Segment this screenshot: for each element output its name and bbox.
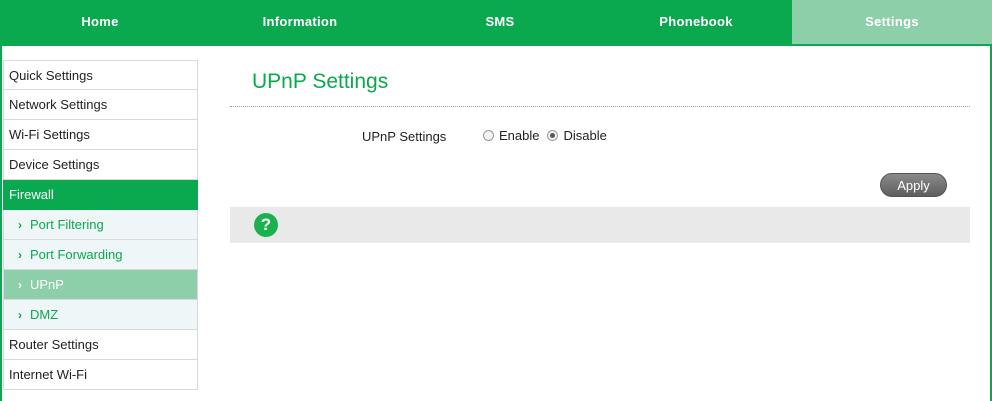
disable-radio-label[interactable]: Disable	[563, 128, 606, 143]
tab-sms[interactable]: SMS	[400, 0, 600, 44]
sidebar-subitem-upnp[interactable]: › UPnP	[3, 270, 198, 300]
sidebar-subitem-label: Port Forwarding	[30, 247, 123, 262]
sidebar-subitem-label: DMZ	[30, 307, 59, 322]
sidebar-item-device-settings[interactable]: Device Settings	[3, 150, 198, 180]
sidebar-subitem-dmz[interactable]: › DMZ	[3, 300, 198, 330]
top-navigation: Home Information SMS Phonebook Settings	[0, 0, 992, 46]
sidebar-item-network-settings[interactable]: Network Settings	[3, 90, 198, 120]
page-title: UPnP Settings	[252, 70, 389, 93]
tab-information[interactable]: Information	[200, 0, 400, 44]
help-icon[interactable]: ?	[254, 213, 278, 237]
sidebar-subitem-port-filtering[interactable]: › Port Filtering	[3, 210, 198, 240]
upnp-radio-group: Enable Disable	[483, 128, 615, 143]
sidebar-subitem-label: Port Filtering	[30, 217, 104, 232]
tab-home[interactable]: Home	[0, 0, 200, 44]
enable-radio-label[interactable]: Enable	[499, 128, 539, 143]
chevron-right-icon: ›	[18, 218, 22, 232]
chevron-right-icon: ›	[18, 248, 22, 262]
sidebar-item-quick-settings[interactable]: Quick Settings	[3, 60, 198, 90]
disable-radio[interactable]	[547, 130, 559, 141]
sidebar-subitem-label: UPnP	[30, 277, 64, 292]
chevron-right-icon: ›	[18, 278, 22, 292]
sidebar-subitem-port-forwarding[interactable]: › Port Forwarding	[3, 240, 198, 270]
apply-button[interactable]: Apply	[880, 173, 947, 197]
chevron-right-icon: ›	[18, 308, 22, 322]
tab-phonebook[interactable]: Phonebook	[600, 0, 792, 44]
upnp-form-row: UPnP Settings Enable Disable	[230, 127, 970, 147]
sidebar-item-router-settings[interactable]: Router Settings	[3, 330, 198, 360]
sidebar-item-wifi-settings[interactable]: Wi-Fi Settings	[3, 120, 198, 150]
sidebar-item-internet-wifi[interactable]: Internet Wi-Fi	[3, 360, 198, 390]
help-bar: ?	[230, 207, 970, 243]
enable-radio[interactable]	[483, 130, 494, 141]
sidebar-item-firewall[interactable]: Firewall	[3, 180, 198, 210]
title-divider	[230, 106, 970, 107]
sidebar: Quick Settings Network Settings Wi-Fi Se…	[3, 60, 198, 390]
tab-settings[interactable]: Settings	[792, 0, 992, 44]
upnp-settings-label: UPnP Settings	[362, 129, 447, 144]
